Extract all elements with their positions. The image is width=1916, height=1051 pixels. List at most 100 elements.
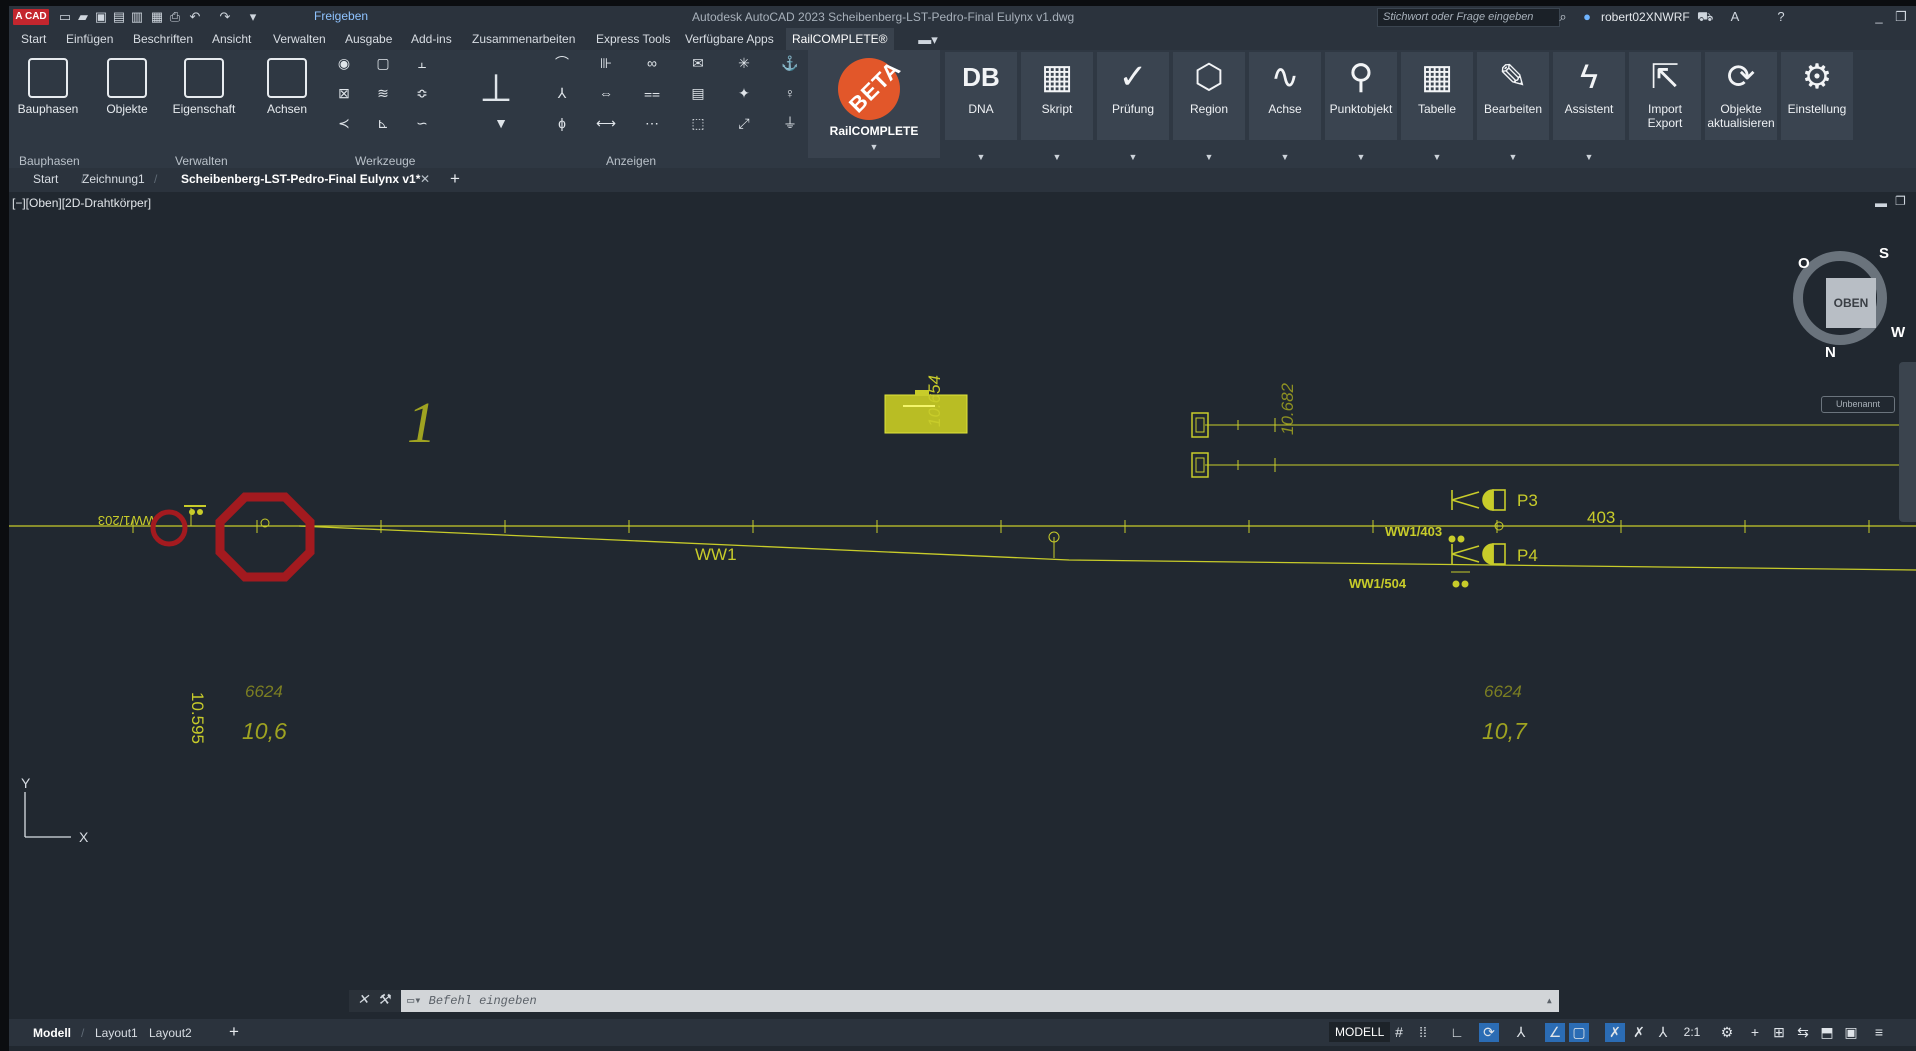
viewcube-s[interactable]: S xyxy=(1879,245,1889,262)
layout-tab-layout2[interactable]: Layout2 xyxy=(149,1026,192,1040)
tab-railcomplete[interactable]: RailCOMPLETE® xyxy=(786,28,894,50)
profile-label-left[interactable]: 6624 xyxy=(245,682,283,701)
ground-icon[interactable]: ⏚ xyxy=(773,112,807,134)
save-as-icon[interactable]: ▤ xyxy=(111,8,127,26)
track-label-403[interactable]: 403 xyxy=(1587,508,1615,527)
model-space-toggle[interactable]: MODELL xyxy=(1329,1022,1391,1042)
new-file-icon[interactable]: ▭ xyxy=(57,8,73,26)
assistent-button[interactable]: ϟ Assistent ▼ xyxy=(1553,52,1625,162)
bauphasen-button[interactable]: Bauphasen xyxy=(13,52,83,140)
tab-express-tools[interactable]: Express Tools xyxy=(596,32,670,46)
achse-button[interactable]: ∿ Achse ▼ xyxy=(1249,52,1321,162)
einstellung-button[interactable]: ⚙ Einstellung xyxy=(1781,52,1853,140)
annotation-monitor-icon[interactable]: + xyxy=(1745,1023,1765,1042)
phi-icon[interactable]: ɸ xyxy=(545,112,579,134)
drawing-canvas[interactable]: [−][Oben][2D-Drahtkörper] ▬ ❐ 1 10.654 1… xyxy=(9,192,1916,1032)
help-icon[interactable]: ? xyxy=(1773,8,1789,26)
red-circle-marker[interactable] xyxy=(150,509,188,547)
punktobjekt-dropdown-icon[interactable]: ▼ xyxy=(1325,152,1397,162)
region-button[interactable]: ⬡ Region ▼ xyxy=(1173,52,1245,162)
anchor-icon[interactable]: ⚓ xyxy=(773,52,807,74)
user-icon[interactable]: ● xyxy=(1579,8,1595,26)
object-snap-tracking-icon[interactable]: ∠ xyxy=(1545,1023,1565,1042)
minimize-icon[interactable]: _ xyxy=(1871,8,1887,26)
command-prompt-icon[interactable]: ▭▾ xyxy=(407,994,421,1008)
publish-icon[interactable]: ▦ xyxy=(149,8,165,26)
layout-tab-modell[interactable]: Modell xyxy=(33,1026,71,1040)
new-layout-icon[interactable]: + xyxy=(229,1022,239,1042)
panel-bauphasen[interactable]: Bauphasen xyxy=(19,154,80,168)
diverging-track[interactable] xyxy=(298,525,1916,571)
km-label-top-2[interactable]: 10.682 xyxy=(1278,382,1297,435)
navigation-bar[interactable] xyxy=(1899,362,1916,522)
label-ww1-403[interactable]: WW1/403 xyxy=(1385,524,1442,539)
import-export-button[interactable]: ⇱ Import Export xyxy=(1629,52,1701,140)
quick-access-dropdown-icon[interactable]: ▾ xyxy=(245,8,261,26)
annotation-visibility-icon[interactable]: ✗ xyxy=(1605,1023,1625,1042)
tab-verfuegbare-apps[interactable]: Verfügbare Apps xyxy=(685,32,774,46)
viewcube-w[interactable]: W xyxy=(1891,324,1905,341)
file-tab-active-drawing[interactable]: Scheibenberg-LST-Pedro-Final Eulynx v1* xyxy=(181,172,420,186)
comment-icon[interactable]: ✉ xyxy=(681,52,715,74)
new-tab-icon[interactable]: + xyxy=(450,169,460,189)
user-account[interactable]: robert02XNWRF xyxy=(1601,10,1690,24)
redo-icon[interactable]: ↷ xyxy=(217,8,233,26)
annotation-scale-icon[interactable]: ⅄ xyxy=(1653,1023,1673,1042)
ortho-icon[interactable]: ∟ xyxy=(1447,1023,1467,1042)
quick-properties-icon[interactable]: ⇆ xyxy=(1793,1023,1813,1042)
profile-label-right[interactable]: 6624 xyxy=(1484,682,1522,701)
undo-icon[interactable]: ↶ xyxy=(187,8,203,26)
equal-icon[interactable]: ⩵ xyxy=(635,82,669,104)
skript-button[interactable]: ▦ Skript ▼ xyxy=(1021,52,1093,162)
auto-scale-icon[interactable]: ✗ xyxy=(1629,1023,1649,1042)
km-label-bottom[interactable]: 10.595 xyxy=(188,692,207,744)
sheet-number[interactable]: 1 xyxy=(407,390,436,455)
help-search-input[interactable]: Stichwort oder Frage eingeben xyxy=(1377,8,1560,27)
panel-werkzeuge[interactable]: Werkzeuge xyxy=(355,154,415,168)
customization-icon[interactable]: ≡ xyxy=(1869,1023,1889,1042)
km-label-top-1[interactable]: 10.654 xyxy=(925,375,944,427)
tab-addins[interactable]: Add-ins xyxy=(411,32,452,46)
hatch-icon[interactable]: ≋ xyxy=(366,82,400,104)
track-tool-icon[interactable]: ⫠ xyxy=(405,52,439,74)
tab-zusammenarbeiten[interactable]: Zusammenarbeiten xyxy=(472,32,575,46)
railcomplete-logo[interactable]: BETA RailCOMPLETE ▼ xyxy=(808,50,940,158)
objekte-button[interactable]: Objekte xyxy=(97,52,157,140)
ref-icon[interactable]: ⊪ xyxy=(589,52,623,74)
signal-curve-icon[interactable]: ⌒ xyxy=(545,52,579,74)
rectangle-icon[interactable]: ▢ xyxy=(366,52,400,74)
pruefung-dropdown-icon[interactable]: ▼ xyxy=(1097,152,1169,162)
snowflake-icon[interactable]: ✳ xyxy=(727,52,761,74)
achse-dropdown-icon[interactable]: ▼ xyxy=(1249,152,1321,162)
dna-button[interactable]: DB DNA ▼ xyxy=(945,52,1017,162)
eigenschaft-button[interactable]: Eigenschaft xyxy=(169,52,239,140)
open-file-icon[interactable]: ▰ xyxy=(75,8,91,26)
red-octagon-marker[interactable] xyxy=(215,492,315,582)
label-ww1-504[interactable]: WW1/504 xyxy=(1349,576,1407,591)
railcomplete-dropdown-icon[interactable]: ▼ xyxy=(808,142,940,152)
signal-icon[interactable]: ♀ xyxy=(773,82,807,104)
switch-label-ww1[interactable]: WW1 xyxy=(695,545,737,564)
scale-dropdown[interactable]: 2:1 xyxy=(1677,1023,1707,1042)
cart-icon[interactable]: ⛟ xyxy=(1697,8,1713,26)
tabelle-button[interactable]: ▦ Tabelle ▼ xyxy=(1401,52,1473,162)
objekte-aktualisieren-button[interactable]: ⟳ Objekte aktualisieren xyxy=(1705,52,1777,140)
punktobjekt-button[interactable]: ⚲ Punktobjekt ▼ xyxy=(1325,52,1397,162)
tabelle-dropdown-icon[interactable]: ▼ xyxy=(1401,152,1473,162)
units-icon[interactable]: ⊞ xyxy=(1769,1023,1789,1042)
axis-cross-icon[interactable]: ⊥ xyxy=(479,64,513,114)
close-tab-icon[interactable]: ✕ xyxy=(420,172,430,186)
stripes-icon[interactable]: ▤ xyxy=(681,82,715,104)
achsen-button[interactable]: Achsen xyxy=(257,52,317,140)
tab-verwalten[interactable]: Verwalten xyxy=(273,32,326,46)
panel-verwalten[interactable]: Verwalten xyxy=(175,154,228,168)
eye-icon[interactable]: ◉ xyxy=(327,52,361,74)
tab-ausgabe[interactable]: Ausgabe xyxy=(345,32,392,46)
profile-icon[interactable]: ≺ xyxy=(327,112,361,134)
viewcube-top-face[interactable]: OBEN xyxy=(1826,278,1876,328)
snap-icon[interactable]: ⁞⁞ xyxy=(1413,1023,1433,1042)
kyz-icon[interactable]: ⇔ xyxy=(589,82,623,104)
command-line-controls[interactable]: ✕ ⚒ xyxy=(349,990,401,1012)
ucs-menu-button[interactable]: Unbenannt xyxy=(1821,396,1895,413)
signal-label-p3[interactable]: P3 xyxy=(1517,491,1538,510)
